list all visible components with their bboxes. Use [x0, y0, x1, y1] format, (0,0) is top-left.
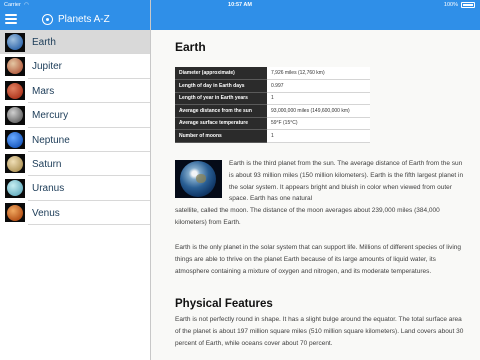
- facts-row: Length of day in Earth days 0.997: [175, 79, 370, 93]
- facts-row: Average distance from the sun 93,000,000 …: [175, 104, 370, 118]
- planet-thumbnail: [5, 154, 25, 174]
- planet-thumbnail: [5, 178, 25, 198]
- planet-name: Jupiter: [32, 61, 63, 73]
- fact-label: Average distance from the sun: [175, 104, 267, 118]
- planet-list: Earth Jupiter Mars Mercury Neptune Saturn Uran…: [0, 30, 150, 226]
- status-bar: Carrier ◠ 10:57 AM 100%: [0, 0, 480, 10]
- facts-row: Average surface temperature 59°F (15°C): [175, 117, 370, 130]
- planet-list-item[interactable]: Uranus: [0, 176, 150, 201]
- planet-thumbnail: [5, 56, 25, 76]
- intro-paragraph: Earth is the third planet from the sun. …: [229, 160, 464, 203]
- row-divider: [28, 224, 150, 226]
- page-title: Earth: [175, 40, 206, 54]
- fact-value: 59°F (15°C): [267, 117, 370, 130]
- planet-name: Neptune: [32, 134, 70, 146]
- sidebar-title: Planets A-Z: [58, 14, 110, 25]
- planet-name: Uranus: [32, 183, 65, 195]
- planet-name: Mars: [32, 85, 55, 97]
- intro-paragraph-continued: satellite, called the moon. The distance…: [175, 207, 440, 226]
- fact-value: 1: [267, 129, 370, 143]
- planet-list-item[interactable]: Saturn: [0, 152, 150, 177]
- facts-row: Length of year in Earth years 1: [175, 92, 370, 105]
- planet-list-item[interactable]: Venus: [0, 201, 150, 226]
- globe-icon: [42, 14, 53, 25]
- earth-photo: [175, 160, 222, 198]
- fact-label: Average surface temperature: [175, 117, 267, 130]
- planet-name: Earth: [32, 37, 56, 48]
- planet-thumbnail: [5, 81, 25, 101]
- fact-label: Length of day in Earth days: [175, 79, 267, 93]
- planet-sidebar: Planets A-Z Earth Jupiter Mars Mercury Neptu…: [0, 0, 151, 360]
- fact-label: Number of moons: [175, 129, 267, 143]
- planet-list-item[interactable]: Mercury: [0, 103, 150, 128]
- section-heading: Physical Features: [175, 298, 273, 310]
- menu-icon[interactable]: [5, 14, 17, 24]
- planet-thumbnail: [5, 105, 25, 125]
- planet-thumbnail: [5, 130, 25, 150]
- planet-name: Venus: [32, 207, 60, 219]
- planet-thumbnail: [5, 32, 25, 52]
- physical-features-paragraph: Earth is not perfectly round in shape. I…: [175, 316, 464, 347]
- facts-row: Number of moons 1: [175, 129, 370, 143]
- planet-list-item[interactable]: Earth: [0, 30, 150, 55]
- planet-thumbnail: [5, 203, 25, 223]
- status-time: 10:57 AM: [228, 2, 252, 8]
- life-paragraph: Earth is the only planet in the solar sy…: [175, 244, 462, 275]
- fact-value: 0.997: [267, 79, 370, 93]
- planet-name: Saturn: [32, 158, 62, 170]
- planet-name: Mercury: [32, 110, 69, 122]
- fact-label: Diameter (approximate): [175, 67, 267, 80]
- facts-table: Diameter (approximate) 7,926 miles (12,76…: [175, 67, 370, 143]
- planet-list-item[interactable]: Neptune: [0, 128, 150, 152]
- fact-value: 93,000,000 miles (149,600,000 km): [267, 104, 370, 118]
- fact-value: 1: [267, 92, 370, 105]
- planet-list-item[interactable]: Jupiter: [0, 54, 150, 79]
- fact-value: 7,926 miles (12,760 km): [267, 67, 370, 80]
- battery-icon: [461, 2, 475, 8]
- facts-row: Diameter (approximate) 7,926 miles (12,76…: [175, 67, 370, 80]
- fact-label: Length of year in Earth years: [175, 92, 267, 105]
- battery-percentage: 100%: [443, 2, 458, 8]
- planet-detail: Earth Diameter (approximate) 7,926 miles …: [151, 0, 480, 360]
- planet-list-item[interactable]: Mars: [0, 79, 150, 104]
